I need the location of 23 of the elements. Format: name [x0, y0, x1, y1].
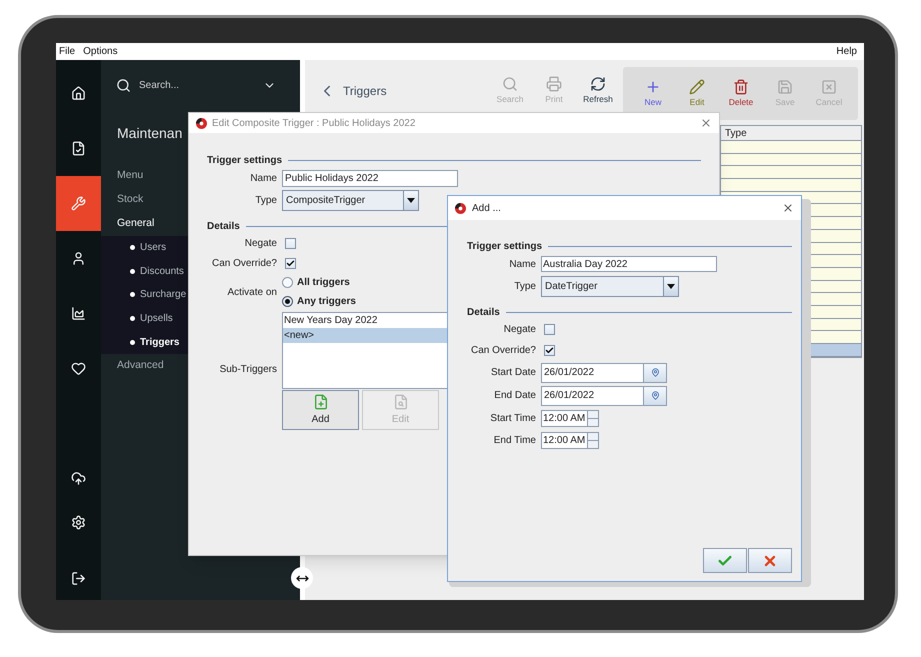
section-heading: Trigger settings — [207, 154, 282, 168]
field-label: End Time — [492, 434, 536, 448]
field-label: Activate on — [226, 286, 277, 300]
page-title: Triggers — [343, 83, 388, 100]
field-label: Negate — [244, 236, 277, 250]
field-label: Sub-Triggers — [218, 363, 277, 377]
radio-label: All triggers — [297, 276, 350, 290]
field-label: Start Time — [489, 412, 536, 426]
field-label: Type — [254, 194, 277, 208]
radio-label: Any triggers — [297, 295, 356, 309]
dialog-title: Edit Composite Trigger : Public Holidays 2022 — [212, 116, 416, 130]
field-label: Start Date — [490, 366, 536, 380]
field-label: Name — [249, 172, 277, 186]
field-label: Name — [508, 258, 536, 272]
section-heading: Details — [207, 220, 240, 234]
dialog-title: Add ... — [472, 202, 502, 216]
field-label: End Date — [493, 389, 536, 403]
section-title: Maintenan — [117, 124, 182, 142]
field-label: Can Override? — [470, 344, 536, 358]
field-label: Can Override? — [210, 256, 277, 270]
section-heading: Trigger settings — [467, 240, 542, 254]
field-label: Type — [513, 280, 536, 294]
section-heading: Details — [467, 306, 500, 320]
